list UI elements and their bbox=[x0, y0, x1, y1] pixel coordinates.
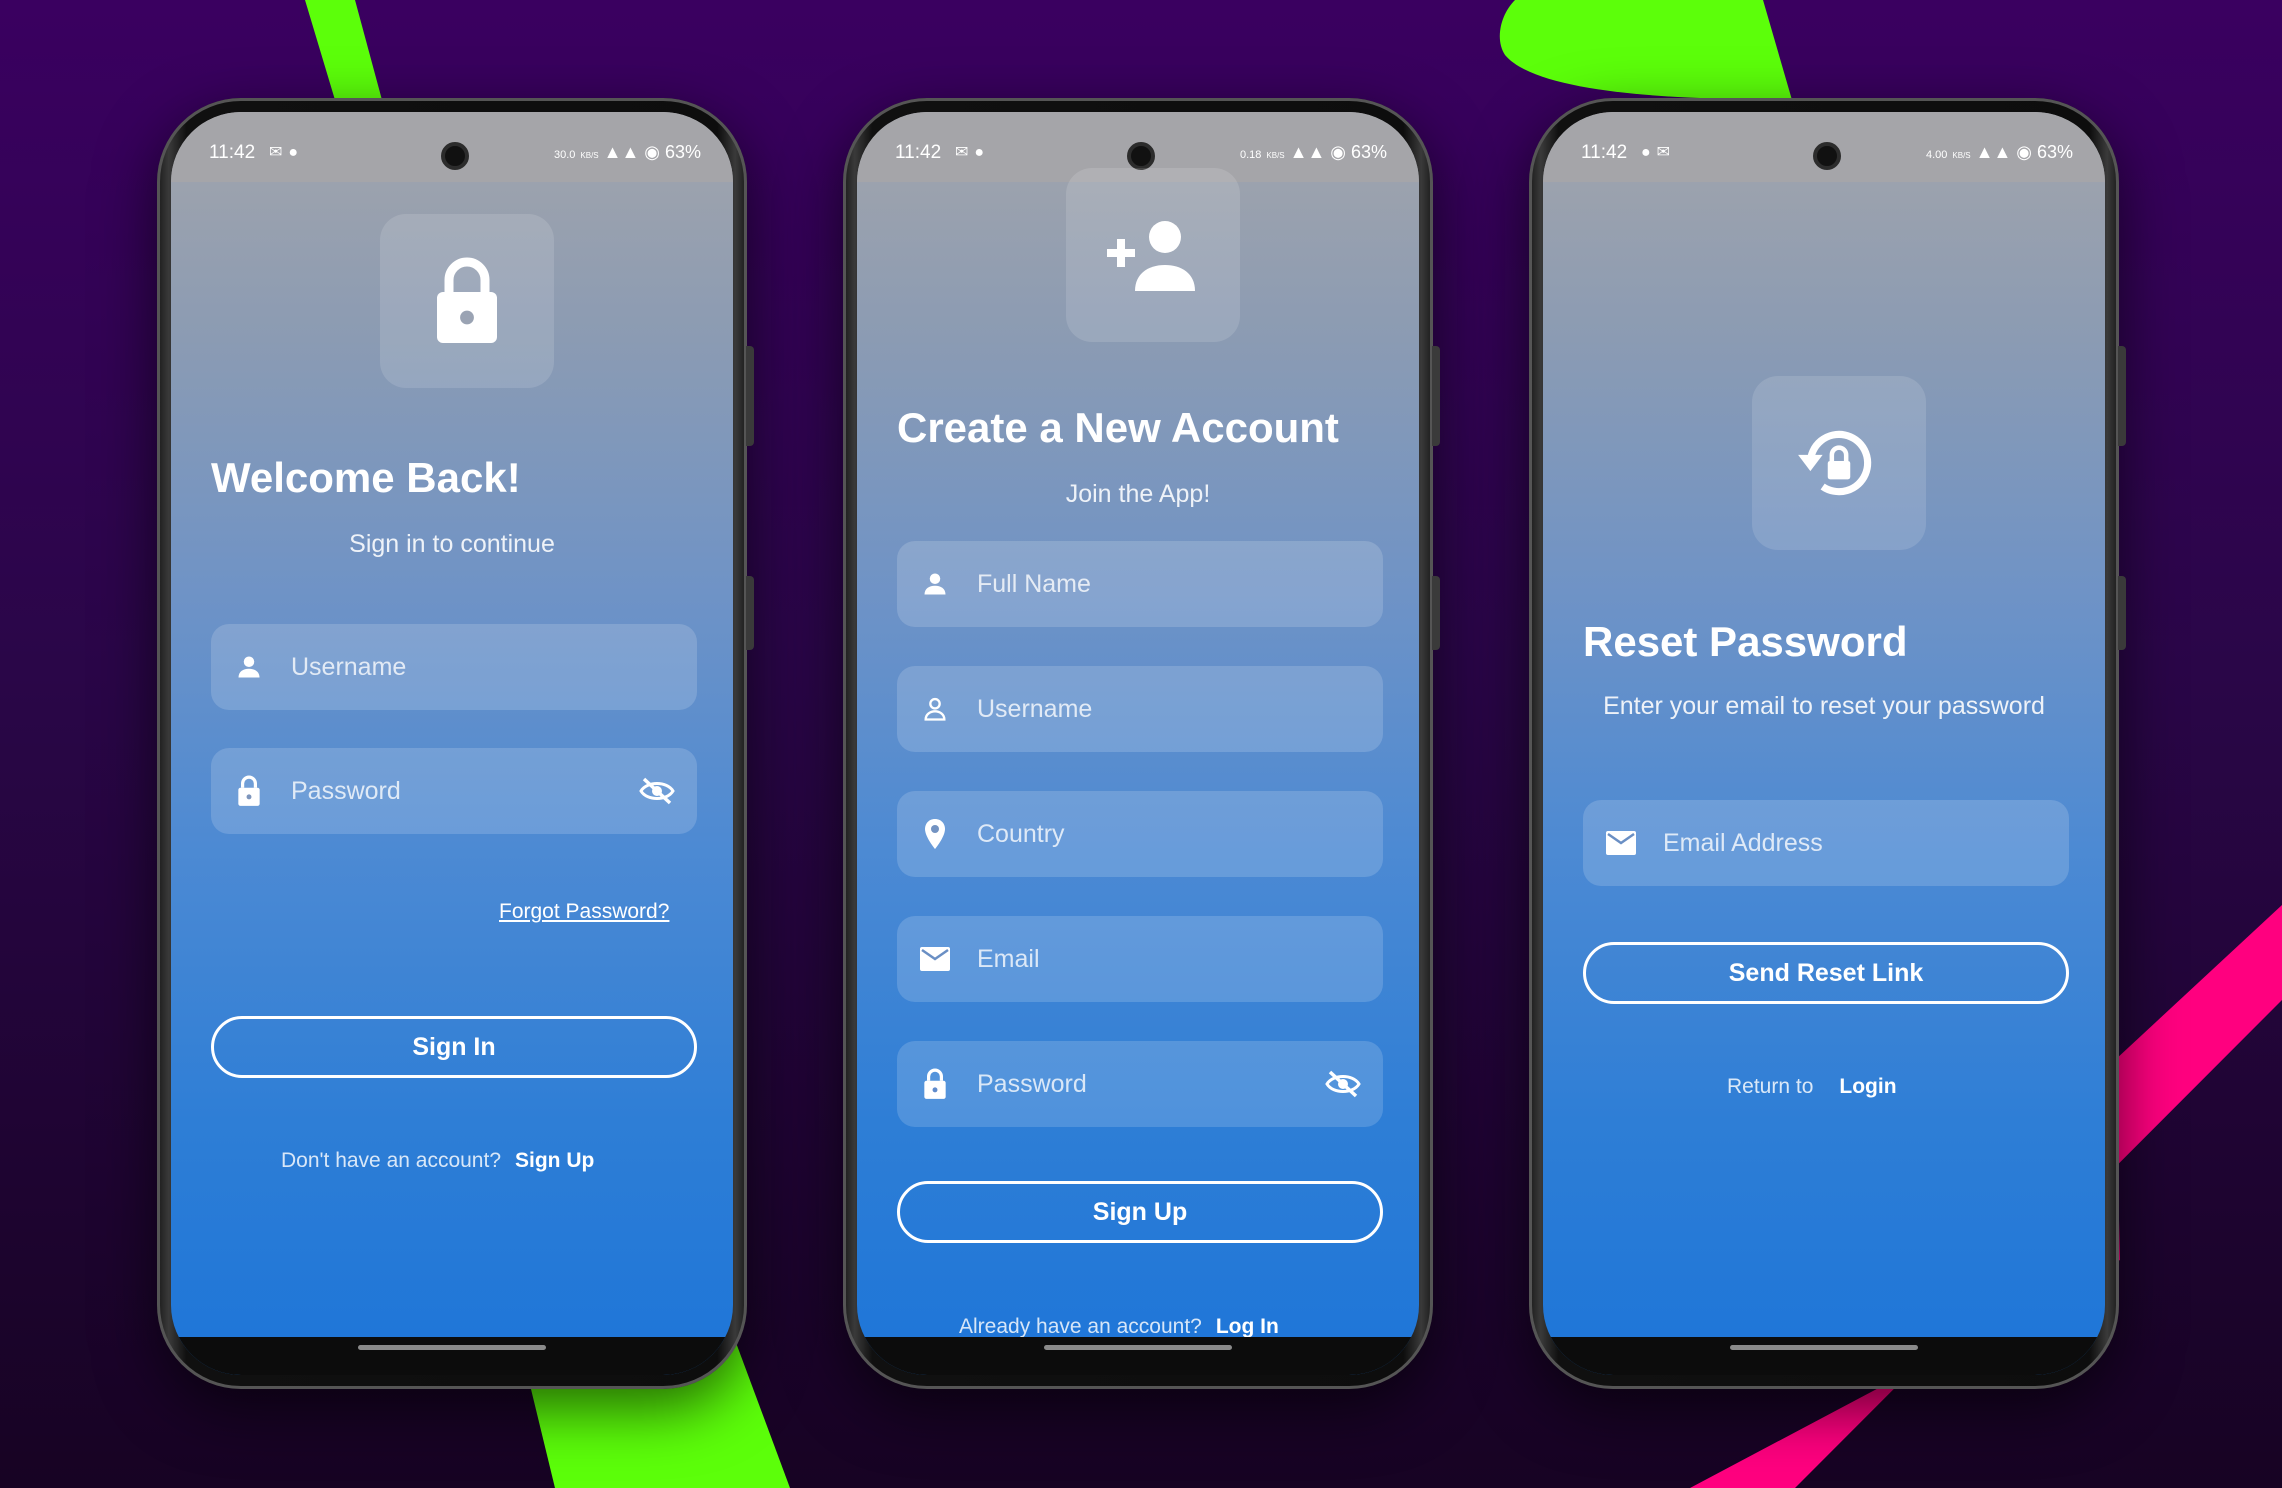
status-time: 11:42 bbox=[1581, 142, 1628, 163]
phone-signup: 11:42 ✉● 0.18 KB/S ▲▲ ◉ 63% Create a New… bbox=[843, 98, 1440, 1389]
page-title: Reset Password bbox=[1583, 618, 1908, 665]
sign-up-button[interactable]: Sign Up bbox=[897, 1181, 1383, 1243]
phone-reset: 11:42 ●✉ 4.00 KB/S ▲▲ ◉ 63% Reset Passwo… bbox=[1529, 98, 2126, 1389]
volume-button bbox=[1432, 346, 1440, 446]
username-field[interactable] bbox=[897, 666, 1383, 752]
email-input[interactable] bbox=[953, 916, 1383, 1002]
lock-small-icon bbox=[917, 1066, 953, 1102]
gesture-bar bbox=[171, 1337, 733, 1375]
return-prompt: Return to Login bbox=[1727, 1075, 1897, 1099]
status-right: 30.0 KB/S ▲▲ ◉ 63% bbox=[553, 142, 701, 162]
fullname-input[interactable] bbox=[953, 541, 1383, 627]
status-time: 11:42 bbox=[895, 142, 942, 163]
sign-up-link[interactable]: Sign Up bbox=[515, 1149, 594, 1172]
battery-level: 63% bbox=[664, 142, 701, 162]
email-input[interactable] bbox=[1639, 800, 2069, 886]
login-prompt-text: Already have an account? bbox=[959, 1315, 1202, 1338]
camera-cutout bbox=[441, 142, 469, 170]
status-right: 0.18 KB/S ▲▲ ◉ 63% bbox=[1239, 142, 1387, 162]
forgot-password-link[interactable]: Forgot Password? bbox=[499, 900, 669, 924]
log-in-link[interactable]: Log In bbox=[1216, 1315, 1279, 1338]
network-speed: 4.00 bbox=[1925, 149, 1948, 161]
battery-level: 63% bbox=[1350, 142, 1387, 162]
visibility-off-icon[interactable] bbox=[637, 771, 677, 811]
gesture-bar bbox=[1543, 1337, 2105, 1375]
sign-in-button[interactable]: Sign In bbox=[211, 1016, 697, 1078]
mail-icon bbox=[1603, 825, 1639, 861]
fullname-field[interactable] bbox=[897, 541, 1383, 627]
home-indicator[interactable] bbox=[1044, 1345, 1232, 1350]
network-speed: 0.18 bbox=[1239, 149, 1262, 161]
lock-small-icon bbox=[231, 773, 267, 809]
signup-prompt: Don't have an account? Sign Up bbox=[281, 1149, 594, 1173]
page-title: Welcome Back! bbox=[211, 454, 521, 501]
lock-reset-icon-box bbox=[1752, 376, 1926, 550]
green-stripe-top-left bbox=[305, 0, 382, 100]
country-input[interactable] bbox=[953, 791, 1383, 877]
network-speed: 30.0 bbox=[553, 149, 576, 161]
power-button bbox=[1432, 576, 1440, 650]
status-bar: 11:42 ✉● 30.0 KB/S ▲▲ ◉ 63% bbox=[171, 112, 733, 182]
camera-cutout bbox=[1813, 142, 1841, 170]
signup-prompt-text: Don't have an account? bbox=[281, 1149, 501, 1172]
green-blob-top-right bbox=[1499, 0, 1792, 100]
password-input[interactable] bbox=[953, 1041, 1323, 1127]
speed-unit: KB/S bbox=[1266, 151, 1285, 160]
password-input[interactable] bbox=[267, 748, 637, 834]
lock-icon-box bbox=[380, 214, 554, 388]
person-outline-icon bbox=[917, 691, 953, 727]
send-reset-link-button[interactable]: Send Reset Link bbox=[1583, 942, 2069, 1004]
mail-icon bbox=[917, 941, 953, 977]
person-add-icon bbox=[1107, 221, 1195, 291]
speed-unit: KB/S bbox=[1952, 151, 1971, 160]
signup-screen: 11:42 ✉● 0.18 KB/S ▲▲ ◉ 63% Create a New… bbox=[857, 112, 1419, 1375]
notification-icons: ✉● bbox=[955, 144, 991, 161]
notification-icons: ●✉ bbox=[1641, 144, 1677, 161]
page-title: Create a New Account bbox=[897, 404, 1339, 451]
notification-icons: ✉● bbox=[269, 144, 305, 161]
power-button bbox=[746, 576, 754, 650]
lock-icon bbox=[437, 257, 497, 343]
country-field[interactable] bbox=[897, 791, 1383, 877]
username-input[interactable] bbox=[267, 624, 697, 710]
password-field[interactable] bbox=[897, 1041, 1383, 1127]
volume-button bbox=[2118, 346, 2126, 446]
gesture-bar bbox=[857, 1337, 1419, 1375]
username-input[interactable] bbox=[953, 666, 1383, 752]
lock-reset-icon bbox=[1798, 430, 1872, 496]
login-prompt: Already have an account? Log In bbox=[959, 1315, 1279, 1339]
home-indicator[interactable] bbox=[1730, 1345, 1918, 1350]
status-bar: 11:42 ●✉ 4.00 KB/S ▲▲ ◉ 63% bbox=[1543, 112, 2105, 182]
reset-screen: 11:42 ●✉ 4.00 KB/S ▲▲ ◉ 63% Reset Passwo… bbox=[1543, 112, 2105, 1375]
camera-cutout bbox=[1127, 142, 1155, 170]
volume-button bbox=[746, 346, 754, 446]
battery-level: 63% bbox=[2036, 142, 2073, 162]
location-pin-icon bbox=[917, 816, 953, 852]
page-subtitle: Enter your email to reset your password bbox=[1603, 692, 2045, 720]
page-subtitle: Sign in to continue bbox=[349, 530, 555, 558]
power-button bbox=[2118, 576, 2126, 650]
email-field[interactable] bbox=[897, 916, 1383, 1002]
person-icon bbox=[917, 566, 953, 602]
status-right: 4.00 KB/S ▲▲ ◉ 63% bbox=[1925, 142, 2073, 162]
status-time: 11:42 bbox=[209, 142, 256, 163]
speed-unit: KB/S bbox=[580, 151, 599, 160]
email-field[interactable] bbox=[1583, 800, 2069, 886]
login-link[interactable]: Login bbox=[1839, 1075, 1896, 1098]
home-indicator[interactable] bbox=[358, 1345, 546, 1350]
visibility-off-icon[interactable] bbox=[1323, 1064, 1363, 1104]
person-add-icon-box bbox=[1066, 168, 1240, 342]
password-field[interactable] bbox=[211, 748, 697, 834]
login-screen: 11:42 ✉● 30.0 KB/S ▲▲ ◉ 63% Welcome Back… bbox=[171, 112, 733, 1375]
phone-login: 11:42 ✉● 30.0 KB/S ▲▲ ◉ 63% Welcome Back… bbox=[157, 98, 754, 1389]
return-prompt-text: Return to bbox=[1727, 1075, 1814, 1098]
username-field[interactable] bbox=[211, 624, 697, 710]
page-subtitle: Join the App! bbox=[1065, 480, 1211, 508]
person-icon bbox=[231, 649, 267, 685]
